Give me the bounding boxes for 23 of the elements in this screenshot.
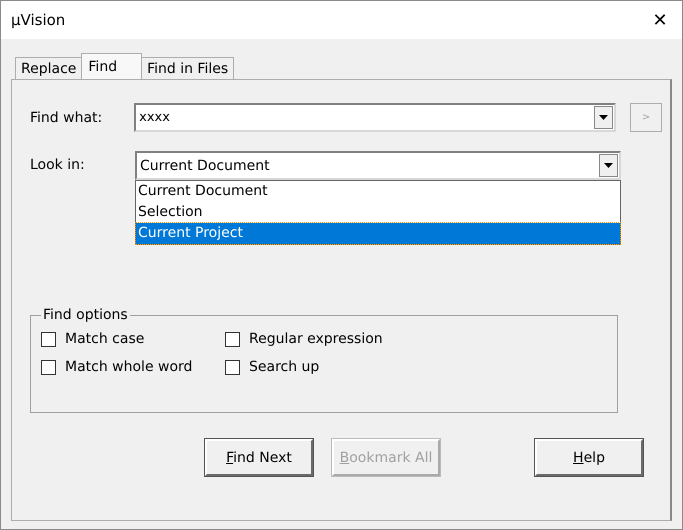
checkbox[interactable] xyxy=(225,360,240,374)
window-title: µVision xyxy=(11,11,66,29)
close-button[interactable]: ✕ xyxy=(638,1,682,39)
find-what-combo[interactable]: xxxx xyxy=(134,103,616,132)
checkbox[interactable] xyxy=(41,360,56,374)
group-title: Find options xyxy=(42,307,129,323)
checkbox-label: Match whole word xyxy=(65,359,192,375)
tab[interactable]: Replace xyxy=(15,57,82,79)
dialog-button[interactable]: Help xyxy=(535,439,643,476)
checkbox-label: Match case xyxy=(65,331,144,347)
checkbox-label: Search up xyxy=(249,359,320,375)
checkbox[interactable] xyxy=(41,332,56,346)
field-label: Find what: xyxy=(30,110,104,126)
tab[interactable]: Find xyxy=(81,53,142,79)
look-in-combo[interactable]: Current Document xyxy=(135,151,621,180)
tab[interactable]: Find in Files xyxy=(141,57,234,79)
dropdown-option[interactable]: Current Document xyxy=(136,181,620,202)
checkbox[interactable] xyxy=(225,332,240,346)
dropdown-option[interactable]: Current Project xyxy=(136,223,620,244)
checkbox-label: Regular expression xyxy=(249,331,383,347)
dialog-button[interactable]: Find Next xyxy=(205,439,313,476)
field-label: Look in: xyxy=(30,157,86,173)
dropdown-option[interactable]: Selection xyxy=(136,202,620,223)
